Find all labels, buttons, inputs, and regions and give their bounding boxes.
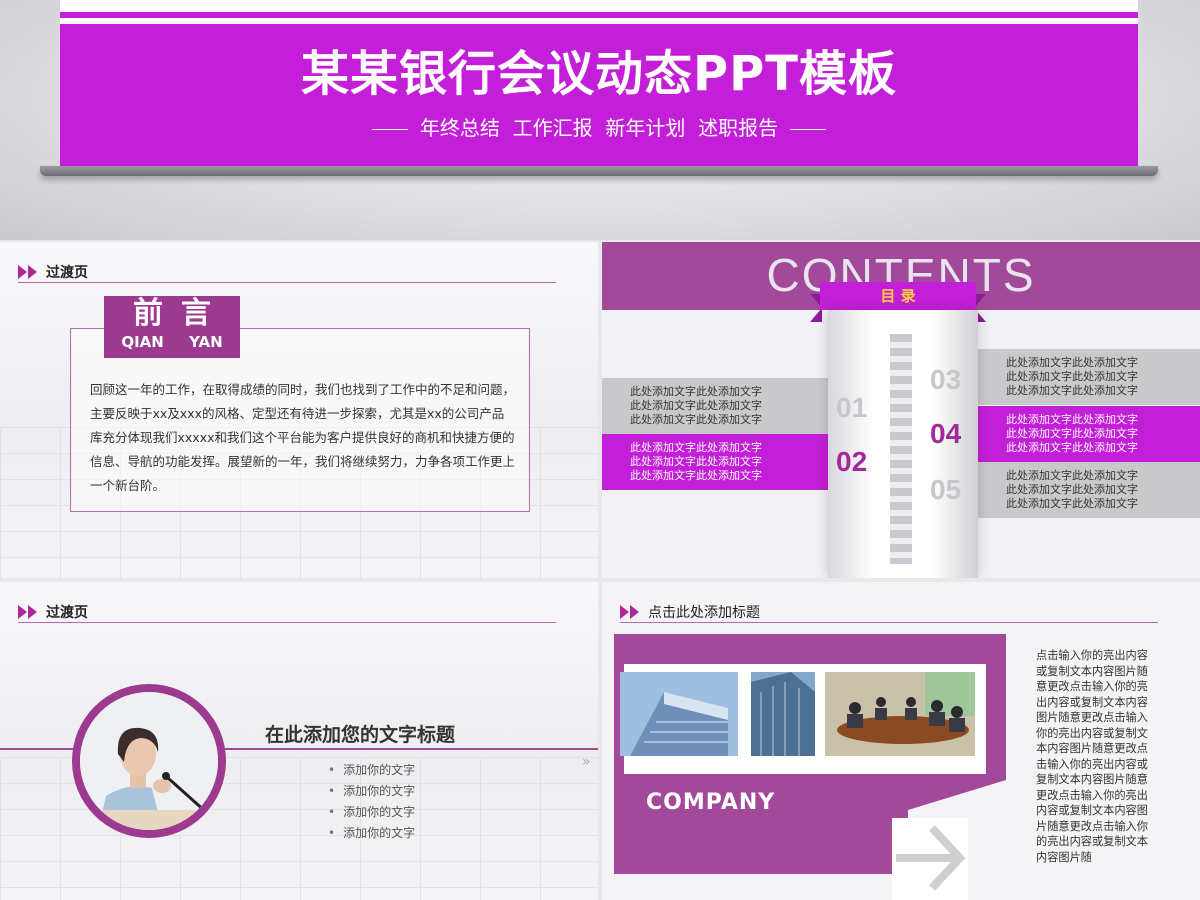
header-divider	[620, 622, 1158, 623]
contents-item-1[interactable]: 此处添加文字此处添加文字 此处添加文字此处添加文字 此处添加文字此处添加文字	[602, 378, 828, 434]
banner-shelf	[40, 166, 1158, 176]
list-item: 添加你的文字	[328, 760, 415, 781]
foreword-tag-pinyin: QIAN YAN	[104, 332, 240, 352]
pinyin-qian: QIAN	[121, 333, 164, 351]
slide-company[interactable]: 点击此处添加标题 COMPANY 点击输入你的亮出内容或复制文本内容图片随意更改…	[602, 582, 1200, 900]
double-arrow-icon: »	[582, 754, 591, 770]
list-item: 添加你的文字	[328, 823, 415, 844]
building-photo-2	[751, 672, 815, 756]
slide-header-label[interactable]: 点击此处添加标题	[648, 602, 760, 622]
contents-item-5[interactable]: 此处添加文字此处添加文字 此处添加文字此处添加文字 此处添加文字此处添加文字	[978, 462, 1200, 518]
header-divider	[18, 282, 556, 283]
right-arrow-icon	[896, 825, 966, 891]
banner-panel: 某某银行会议动态PPT模板 年终总结 工作汇报 新年计划 述职报告	[60, 0, 1138, 166]
title-banner: 某某银行会议动态PPT模板 年终总结 工作汇报 新年计划 述职报告	[0, 0, 1200, 240]
slide-contents[interactable]: CONTENTS 目 录 此处添加文字此处添加文字 此处添加文字此处添加文字 此…	[602, 242, 1200, 578]
slide-header: 过渡页	[18, 262, 88, 282]
company-body-text: 点击输入你的亮出内容或复制文本内容图片随意更改点击输入你的亮出内容或复制文本内容…	[1036, 649, 1148, 864]
pinyin-yan: YAN	[189, 333, 223, 351]
foreword-tag-cn: 前言	[133, 296, 229, 331]
speaker-illustration	[80, 692, 218, 830]
subtitle-dash-right	[790, 129, 827, 130]
contents-item-4[interactable]: 此处添加文字此处添加文字 此处添加文字此处添加文字 此处添加文字此处添加文字	[978, 406, 1200, 462]
speaker-bullet-list: 添加你的文字 添加你的文字 添加你的文字 添加你的文字	[328, 760, 415, 844]
pillar-chevron-strip	[890, 334, 912, 564]
speaker-photo-frame	[72, 684, 226, 838]
double-chevron-icon	[18, 605, 38, 619]
foreword-body: 回顾这一年的工作，在取得成绩的同时，我们也找到了工作中的不足和问题，主要反映于x…	[90, 382, 516, 493]
slide-header-label: 过渡页	[46, 265, 88, 281]
contents-item-2[interactable]: 此处添加文字此处添加文字 此处添加文字此处添加文字 此处添加文字此处添加文字	[602, 434, 828, 490]
contents-ribbon: 目 录	[820, 282, 976, 310]
banner-stripe	[60, 12, 1138, 18]
list-item: 添加你的文字	[328, 781, 415, 802]
banner-subtitle-text: 年终总结 工作汇报 新年计划 述职报告	[419, 116, 779, 140]
company-label: COMPANY	[646, 790, 776, 815]
slide-header: 点击此处添加标题	[620, 602, 760, 622]
banner-subtitle: 年终总结 工作汇报 新年计划 述职报告	[60, 112, 1138, 141]
building-photo-1	[620, 672, 738, 756]
contents-num-1: 01	[836, 392, 868, 423]
contents-num-2: 02	[836, 446, 868, 477]
contents-num-4: 04	[930, 418, 962, 449]
contents-item-3[interactable]: 此处添加文字此处添加文字 此处添加文字此处添加文字 此处添加文字此处添加文字	[978, 349, 1200, 405]
arrow-tile	[892, 818, 968, 900]
speaker-photo	[80, 692, 218, 830]
slide-header-label: 过渡页	[46, 605, 88, 621]
header-divider	[18, 622, 556, 623]
subtitle-dash-left	[371, 129, 408, 130]
slide-header: 过渡页	[18, 602, 88, 622]
slide-foreword[interactable]: 过渡页 前言 QIAN YAN 回顾这一年的工作，在取得成绩的同时，我们也找到了…	[0, 242, 598, 578]
banner-title: 某某银行会议动态PPT模板	[300, 46, 898, 102]
contents-num-3: 03	[930, 364, 962, 395]
meeting-photo	[825, 672, 975, 756]
speaker-section-title: 在此添加您的文字标题	[265, 724, 456, 746]
double-chevron-icon	[18, 265, 38, 279]
double-chevron-icon	[620, 605, 640, 619]
slide-speaker[interactable]: 过渡页 在此添加您的文字标题 • 添加你的文字 • 添加你的文字 • 添加你的文…	[0, 582, 598, 900]
contents-num-5: 05	[930, 474, 962, 505]
list-item: 添加你的文字	[328, 802, 415, 823]
foreword-tag: 前言 QIAN YAN	[104, 296, 240, 358]
